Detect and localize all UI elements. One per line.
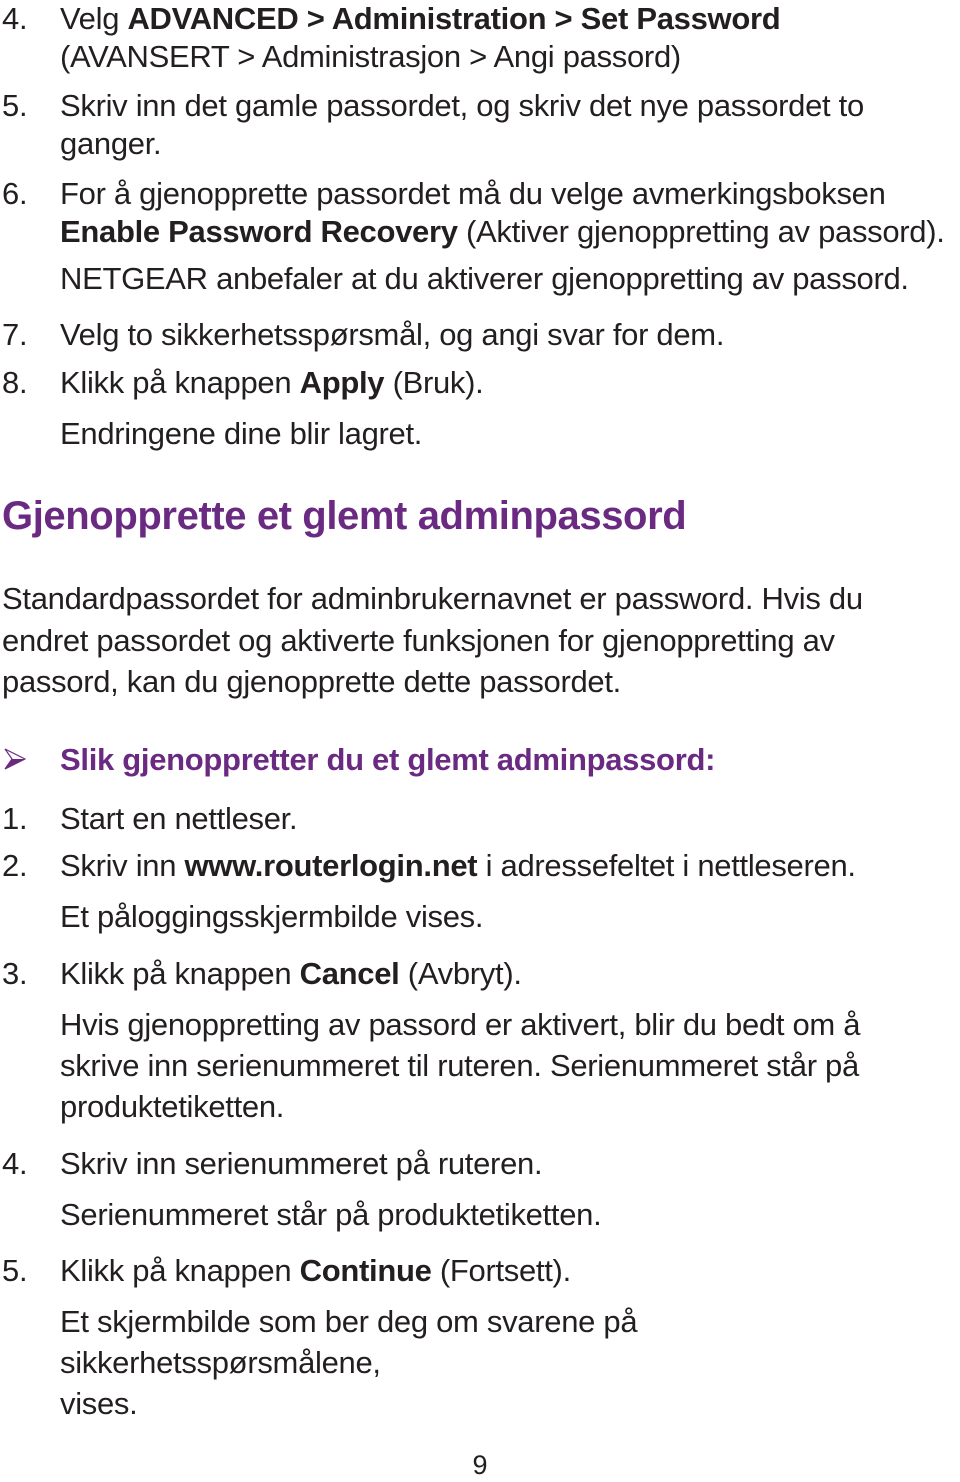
step-8-note: Endringene dine blir lagret. bbox=[60, 416, 423, 451]
step-number: 2. bbox=[2, 848, 28, 883]
step-number: 5. bbox=[2, 88, 28, 123]
step-5-note: Et skjermbilde som ber deg om svarene på… bbox=[60, 1304, 638, 1421]
step-number: 6. bbox=[2, 176, 28, 211]
button-name: Continue bbox=[299, 1253, 432, 1288]
button-name: Cancel bbox=[299, 956, 400, 991]
step-number: 1. bbox=[2, 801, 28, 836]
step-text: Skriv inn www.routerlogin.net i adressef… bbox=[60, 848, 856, 883]
step-text: Klikk på knappen Continue (Fortsett). bbox=[60, 1253, 571, 1288]
arrow-bullet-icon bbox=[4, 748, 26, 770]
step-3-note: Hvis gjenoppretting av passord er aktive… bbox=[60, 1007, 861, 1124]
step-2-note: Et påloggingsskjermbilde vises. bbox=[60, 899, 484, 934]
document-page: 4. Velg ADVANCED > Administration > Set … bbox=[0, 0, 960, 1481]
step-6-note: NETGEAR anbefaler at du aktiverer gjenop… bbox=[60, 261, 909, 296]
step-text: Klikk på knappen Cancel (Avbryt). bbox=[60, 956, 522, 991]
step-number: 4. bbox=[2, 1, 28, 36]
step-number: 3. bbox=[2, 956, 28, 991]
step-text: Skriv inn det gamle passordet, og skriv … bbox=[60, 88, 864, 161]
step-number: 8. bbox=[2, 365, 28, 400]
step-text: Velg to sikkerhetsspørsmål, og angi svar… bbox=[60, 317, 725, 352]
checkbox-name: Enable Password Recovery bbox=[60, 214, 458, 249]
step-number: 5. bbox=[2, 1253, 28, 1288]
step-number: 7. bbox=[2, 317, 28, 352]
step-text: Start en nettleser. bbox=[60, 801, 298, 836]
menu-path-translation: (AVANSERT > Administrasjon > Angi passor… bbox=[60, 39, 681, 74]
procedure-title: Slik gjenoppretter du et glemt adminpass… bbox=[60, 742, 716, 777]
step-number: 4. bbox=[2, 1146, 28, 1181]
step-text: Klikk på knappen Apply (Bruk). bbox=[60, 365, 484, 400]
router-url: www.routerlogin.net bbox=[184, 848, 478, 883]
menu-path: ADVANCED > Administration > Set Password bbox=[127, 1, 781, 36]
step-text: Skriv inn serienummeret på ruteren. bbox=[60, 1146, 543, 1181]
procedure-heading: Slik gjenoppretter du et glemt adminpass… bbox=[0, 740, 960, 780]
step-text: Velg ADVANCED > Administration > Set Pas… bbox=[60, 1, 781, 74]
page-number: 9 bbox=[472, 1450, 488, 1480]
button-name: Apply bbox=[299, 365, 385, 400]
section-intro: Standardpassordet for adminbrukernavnet … bbox=[2, 581, 863, 699]
section-heading: Gjenopprette et glemt adminpassord bbox=[2, 494, 687, 538]
step-text: For å gjenopprette passordet må du velge… bbox=[60, 176, 945, 249]
step-4-note: Serienummeret står på produktetiketten. bbox=[60, 1197, 602, 1232]
